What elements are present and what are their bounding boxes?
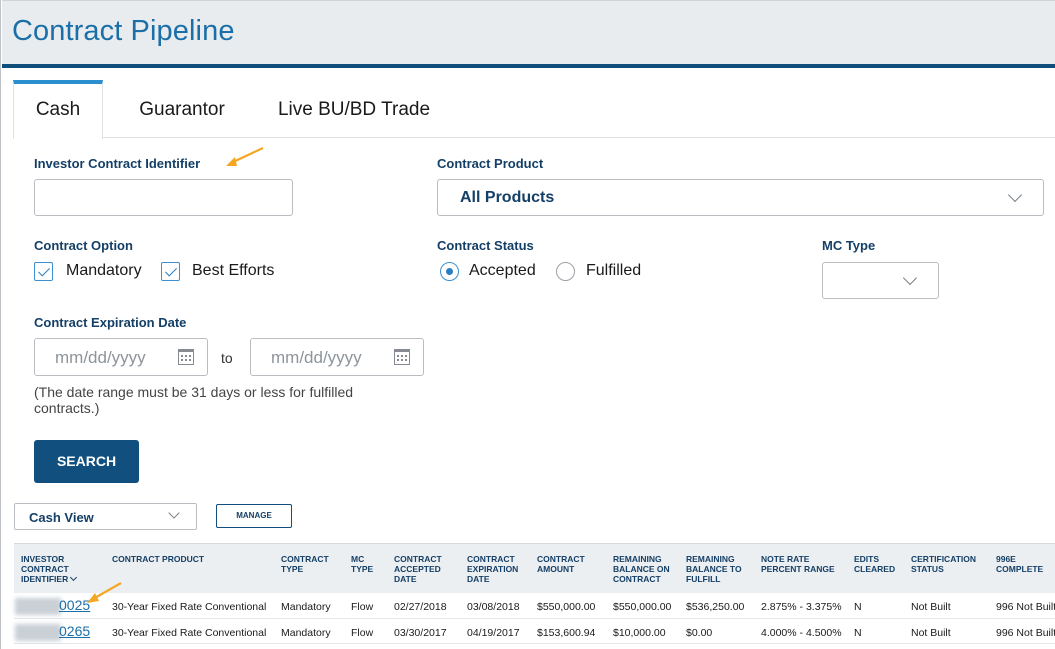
checkmark-icon [164,264,178,277]
cell-996e: 996 Not Built [996,601,1055,613]
cell-note-rate: 2.875% - 3.375% [761,601,842,613]
cell-mc-type: Flow [351,601,374,613]
chevron-down-icon [168,507,180,519]
cell-certification: Not Built [911,601,951,613]
cell-remaining-balance: $10,000.00 [613,627,666,639]
accepted-label: Accepted [469,262,536,279]
cell-type: Mandatory [281,627,331,639]
cell-product: 30-Year Fixed Rate Conventional [112,601,267,613]
cell-type: Mandatory [281,601,331,613]
calendar-icon[interactable] [394,349,410,365]
date-placeholder: mm/dd/yyyy [271,348,362,367]
accepted-radio[interactable] [440,262,459,281]
arrow-annotation-icon [226,147,264,166]
chevron-down-icon [70,573,78,582]
best-efforts-label: Best Efforts [192,262,275,279]
view-select-value: Cash View [29,510,94,525]
column-header-996e[interactable]: 996E COMPLETE [996,554,1052,574]
cell-edits-cleared: N [854,627,862,639]
column-header-expiration-date[interactable]: CONTRACT EXPIRATION DATE [467,554,531,584]
cell-product: 30-Year Fixed Rate Conventional [112,627,267,639]
mc-type-label: MC Type [822,238,876,253]
tab-guarantor[interactable]: Guarantor [117,80,247,138]
column-header-certification[interactable]: CERTIFICATION STATUS [911,554,991,574]
page-title: Contract Pipeline [12,15,235,47]
manage-button[interactable]: MANAGE [216,504,292,528]
column-header-amount[interactable]: CONTRACT AMOUNT [537,554,599,574]
tab-label: Cash [35,99,81,120]
calendar-icon[interactable] [178,349,194,365]
expiration-from-input[interactable]: mm/dd/yyyy [34,338,208,376]
cell-996e: 996 Not Built [996,627,1055,639]
cell-amount: $550,000.00 [537,601,596,613]
column-header-investor-id[interactable]: INVESTOR CONTRACT IDENTIFIER [21,554,101,584]
chevron-down-icon [1007,187,1023,203]
view-select[interactable]: Cash View [14,503,197,530]
cell-certification: Not Built [911,627,951,639]
tab-live-bu-bd-trade[interactable]: Live BU/BD Trade [261,80,447,138]
search-button[interactable]: SEARCH [34,440,139,483]
title-bar: Contract Pipeline [2,0,1055,64]
cell-accepted-date: 02/27/2018 [394,601,447,613]
best-efforts-checkbox[interactable] [161,262,180,281]
expiration-date-label: Contract Expiration Date [34,315,187,330]
cell-amount: $153,600.94 [537,627,596,639]
cell-note-rate: 4.000% - 4.500% [761,627,842,639]
cell-remaining-to-fulfill: $0.00 [686,627,713,639]
tab-label: Guarantor [139,99,225,120]
contract-product-value: All Products [460,189,555,206]
chevron-down-icon [902,270,918,286]
column-header-note-rate[interactable]: NOTE RATE PERCENT RANGE [761,554,841,574]
investor-id-input[interactable] [34,179,293,216]
cell-mc-type: Flow [351,627,374,639]
contract-product-select[interactable]: All Products [437,179,1044,216]
investor-id-label: Investor Contract Identifier [34,156,201,171]
column-header-remaining-to-fulfill[interactable]: REMAINING BALANCE TO FULFILL [686,554,748,584]
fulfilled-radio[interactable] [556,262,575,281]
contract-option-label: Contract Option [34,238,133,253]
contract-id-link[interactable]: 0265 [59,623,90,639]
tab-cash[interactable]: Cash [13,80,103,139]
contract-product-label: Contract Product [437,156,544,171]
column-header-text: INVESTOR CONTRACT IDENTIFIER [21,554,69,584]
cell-expiration-date: 03/08/2018 [467,601,520,613]
tab-label: Live BU/BD Trade [277,99,431,120]
cell-remaining-balance: $550,000.00 [613,601,672,613]
redacted-id [15,598,61,615]
date-range-to-label: to [221,350,233,366]
column-header-type[interactable]: CONTRACT TYPE [281,554,329,574]
cell-expiration-date: 04/19/2017 [467,627,520,639]
cell-accepted-date: 03/30/2017 [394,627,447,639]
date-range-note: (The date range must be 31 days or less … [34,384,354,416]
title-divider [2,64,1055,68]
app-window: Contract Pipeline Cash Guarantor Live BU… [0,0,1055,649]
column-header-product[interactable]: CONTRACT PRODUCT [112,554,262,564]
expiration-to-input[interactable]: mm/dd/yyyy [250,338,424,376]
checkmark-icon [37,264,51,277]
column-header-mc-type[interactable]: MC TYPE [351,554,381,574]
mandatory-label: Mandatory [66,262,142,279]
fulfilled-label: Fulfilled [586,262,642,279]
radio-dot [446,268,453,275]
column-header-accepted-date[interactable]: CONTRACT ACCEPTED DATE [394,554,454,584]
mc-type-select[interactable] [822,262,939,299]
contract-status-label: Contract Status [437,238,534,253]
tab-bar: Cash Guarantor Live BU/BD Trade [13,80,1055,139]
cell-remaining-to-fulfill: $536,250.00 [686,601,745,613]
date-placeholder: mm/dd/yyyy [55,348,146,367]
column-header-edits-cleared[interactable]: EDITS CLEARED [854,554,899,574]
redacted-id [15,624,61,641]
column-header-remaining-balance[interactable]: REMAINING BALANCE ON CONTRACT [613,554,675,584]
cell-edits-cleared: N [854,601,862,613]
mandatory-checkbox[interactable] [34,262,53,281]
